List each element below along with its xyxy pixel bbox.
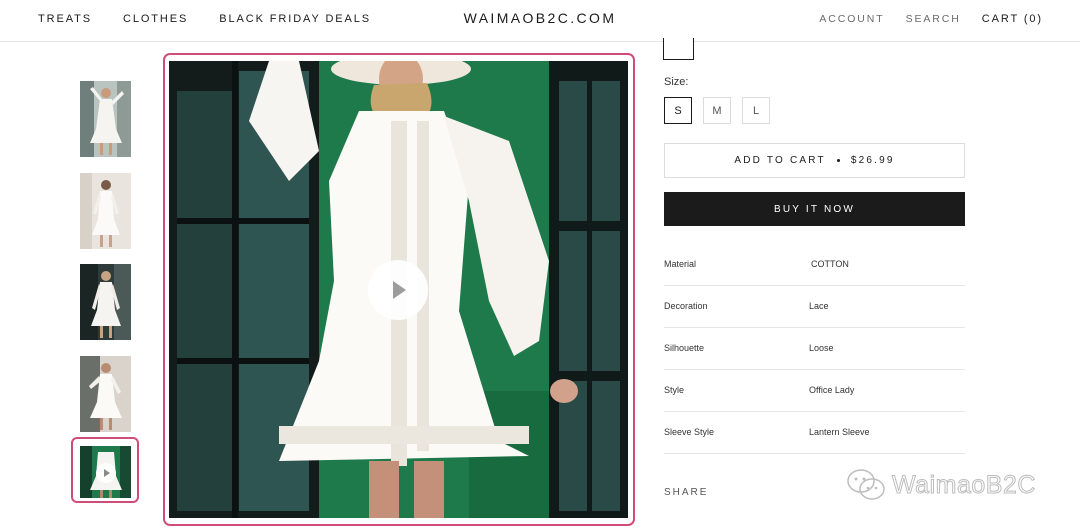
spec-value: COTTON	[811, 259, 849, 269]
gallery-thumbnail-1[interactable]	[80, 81, 131, 157]
separator-dot	[836, 159, 840, 162]
spec-row-style: Style Office Lady	[664, 385, 965, 412]
add-to-cart-button[interactable]: ADD TO CART $26.99	[664, 143, 965, 178]
spec-row-sleeve-style: Sleeve Style Lantern Sleeve	[664, 427, 965, 454]
spec-key: Silhouette	[664, 343, 705, 353]
site-header: TREATS CLOTHES BLACK FRIDAY DEALS WAIMAO…	[0, 0, 1080, 42]
dress-photo-thumbnail	[80, 356, 131, 432]
gallery-thumbnail-4[interactable]	[80, 356, 131, 432]
spec-row-silhouette: Silhouette Loose	[664, 343, 965, 370]
watermark: WaimaoB2C	[846, 468, 1036, 502]
spec-value: Lantern Sleeve	[809, 427, 870, 437]
size-option-s[interactable]: S	[664, 97, 692, 124]
buy-it-now-button[interactable]: BUY IT NOW	[664, 192, 965, 226]
gallery-thumbnail-2[interactable]	[80, 173, 131, 249]
chat-bubbles-icon	[847, 469, 885, 500]
utility-nav: ACCOUNT SEARCH CART (0)	[819, 13, 1043, 25]
gallery-thumbnail-3[interactable]	[80, 264, 131, 340]
dress-photo-thumbnail	[80, 173, 131, 249]
search-link[interactable]: SEARCH	[906, 13, 961, 25]
dress-photo-thumbnail	[80, 264, 131, 340]
size-label: Size:	[664, 76, 689, 88]
spec-row-decoration: Decoration Lace	[664, 301, 965, 328]
size-option-m[interactable]: M	[703, 97, 731, 124]
spec-key: Sleeve Style	[664, 427, 715, 437]
spec-value: Loose	[809, 343, 834, 353]
size-option-l[interactable]: L	[742, 97, 770, 124]
cart-link[interactable]: CART (0)	[982, 13, 1043, 25]
add-to-cart-label: ADD TO CART	[734, 155, 826, 166]
spec-key: Style	[664, 385, 685, 395]
main-image-highlight	[163, 53, 635, 526]
price: $26.99	[850, 155, 895, 166]
spec-key: Decoration	[664, 301, 708, 311]
color-swatch-selected[interactable]	[663, 38, 694, 60]
spec-value: Office Lady	[809, 385, 855, 395]
spec-value: Lace	[809, 301, 829, 311]
watermark-text: WaimaoB2C	[892, 470, 1036, 499]
account-link[interactable]: ACCOUNT	[819, 13, 884, 25]
active-thumbnail-highlight	[71, 437, 139, 503]
dress-photo-thumbnail	[80, 81, 131, 157]
spec-key: Material	[664, 259, 697, 269]
share-link[interactable]: SHARE	[664, 487, 708, 498]
spec-row-material: Material COTTON	[664, 259, 965, 286]
